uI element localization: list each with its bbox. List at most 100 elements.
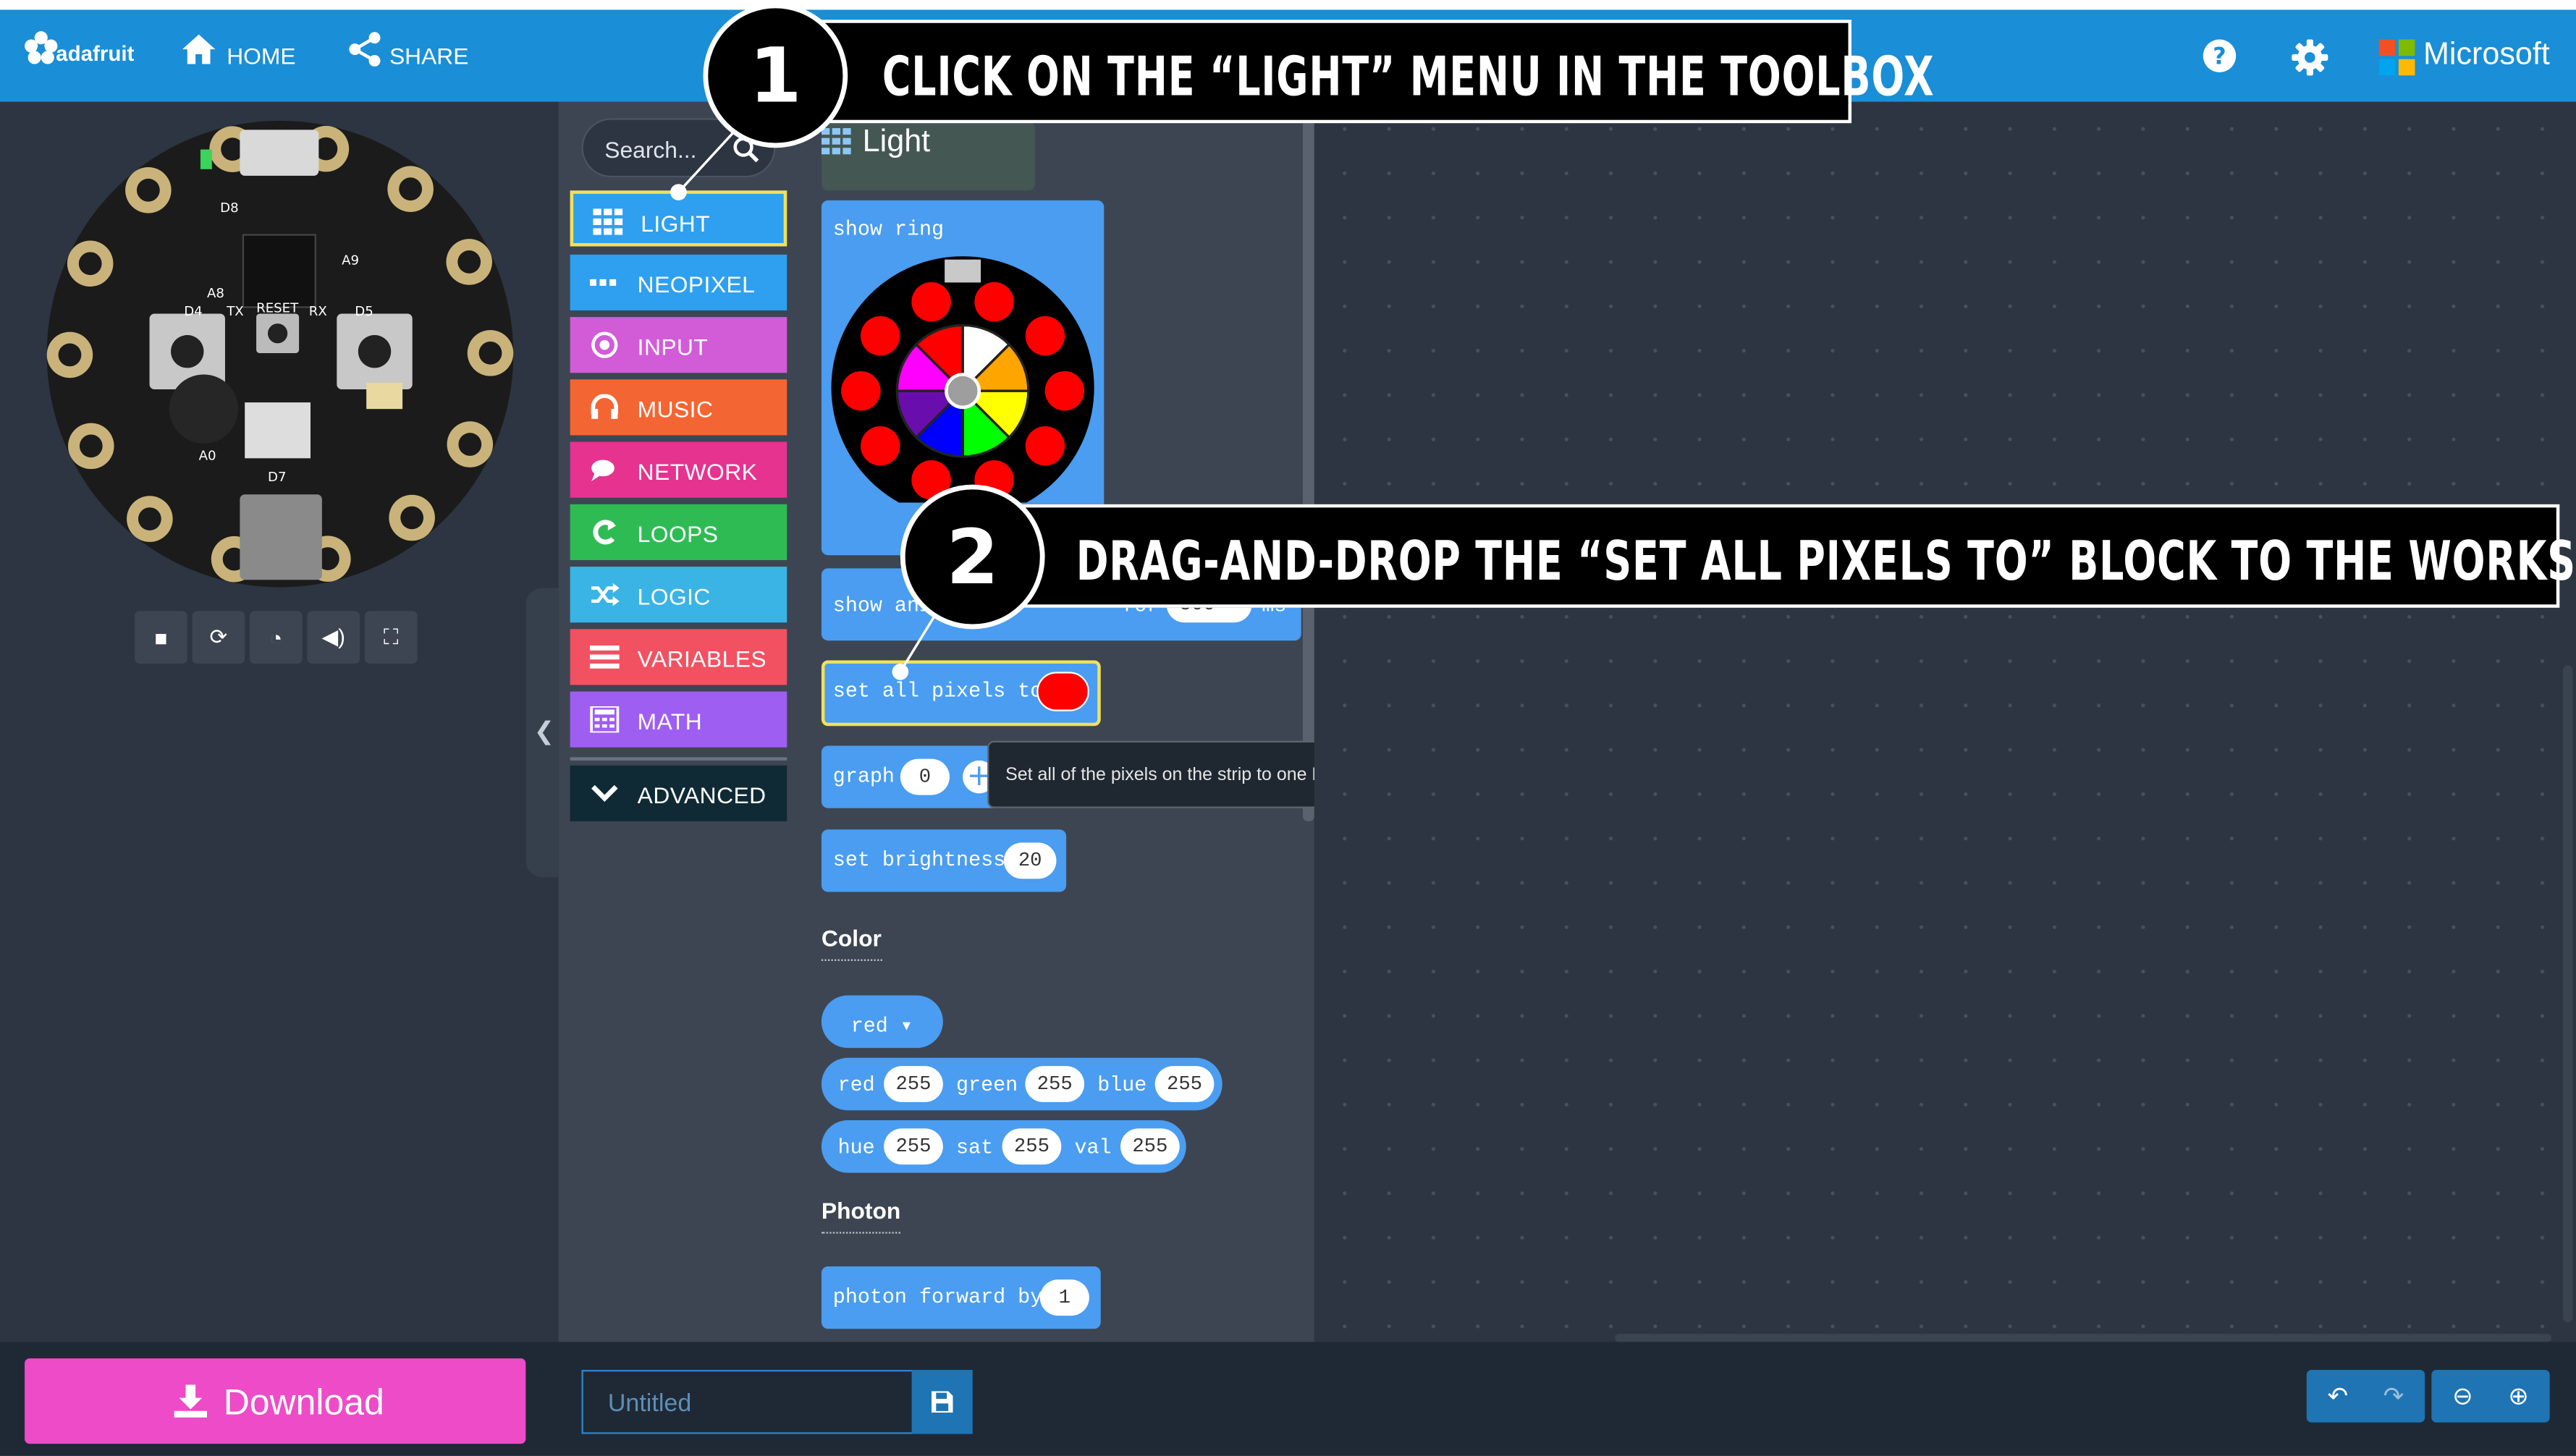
svg-text:D5: D5	[355, 304, 373, 319]
home-button[interactable]: HOME	[227, 43, 295, 69]
svg-text:A0: A0	[199, 449, 216, 464]
ring-led	[861, 316, 900, 356]
microsoft-logo-icon	[2378, 39, 2415, 76]
board-pad-hole	[399, 177, 423, 201]
set-all-pixels-label: set all pixels to	[832, 680, 1043, 703]
toolbox-category-network[interactable]: NETWORK	[570, 441, 787, 498]
gear-icon[interactable]	[2290, 38, 2329, 77]
fullscreen-icon[interactable]: ⛶	[364, 611, 418, 664]
svg-text:RX: RX	[309, 304, 327, 319]
brand-logo-text[interactable]: adafruit	[56, 41, 134, 66]
toolbox-advanced-toggle[interactable]: ADVANCED	[570, 765, 787, 821]
color-swatch[interactable]	[1036, 672, 1089, 711]
photon-section-heading: Photon	[821, 1198, 901, 1234]
toolbox-category-math[interactable]: MATH	[570, 691, 787, 748]
hsv-val-input[interactable]: 255	[1120, 1128, 1180, 1165]
undo-redo-group: ↶ ↷	[2306, 1370, 2425, 1423]
graph-value-input[interactable]: 0	[900, 758, 950, 795]
list-icon	[589, 646, 620, 669]
workspace-horizontal-scrollbar[interactable]	[1615, 1334, 2551, 1342]
restart-icon[interactable]: ⟳	[192, 611, 245, 664]
category-label: NETWORK	[637, 458, 758, 485]
step2-callout-text: Drag-and-drop the “set all pixels to” bl…	[1076, 528, 2576, 593]
toolbox-category-light[interactable]: LIGHT	[570, 190, 787, 247]
share-icon[interactable]	[347, 31, 383, 67]
category-label: LOGIC	[637, 583, 711, 610]
toolbox-category-variables[interactable]: VARIABLES	[570, 629, 787, 685]
rgb-blue-label: blue	[1097, 1074, 1147, 1098]
step1-number-badge: 1	[703, 3, 848, 148]
help-icon[interactable]: ?	[2202, 38, 2238, 74]
hsv-val-label: val	[1074, 1136, 1112, 1160]
flyout-title: Light	[862, 124, 931, 160]
calculator-icon	[590, 706, 620, 733]
microsoft-link[interactable]: Microsoft	[2423, 38, 2550, 74]
hsv-hue-input[interactable]: 255	[884, 1128, 943, 1165]
download-label[interactable]: Download	[224, 1381, 384, 1424]
board-pad-hole	[78, 252, 102, 276]
rgb-blue-input[interactable]: 255	[1154, 1066, 1215, 1103]
rgb-green-input[interactable]: 255	[1025, 1066, 1085, 1103]
ring-led	[1025, 426, 1065, 466]
ring-editor[interactable]	[829, 256, 1096, 503]
toolbox-category-input[interactable]: INPUT	[570, 317, 787, 373]
rgb-red-label: red	[837, 1074, 875, 1098]
grid-icon	[821, 128, 851, 155]
rgb-green-label: green	[956, 1074, 1018, 1098]
board-pad-hole	[458, 433, 482, 456]
ring-led	[974, 282, 1014, 322]
save-button[interactable]	[911, 1370, 973, 1434]
set-brightness-label: set brightness	[832, 849, 1006, 873]
photon-value-input[interactable]: 1	[1039, 1279, 1089, 1316]
project-name-input[interactable]: Untitled	[581, 1370, 914, 1434]
share-button[interactable]: SHARE	[389, 43, 468, 69]
step1-callout-text: Click on the “Light” menu in the toolbox	[882, 44, 1935, 109]
svg-text:D7: D7	[268, 470, 287, 485]
download-icon[interactable]	[174, 1384, 207, 1418]
svg-text:RESET: RESET	[256, 300, 299, 316]
blocks-workspace[interactable]	[1314, 101, 2576, 1342]
undo-icon[interactable]: ↶	[2310, 1370, 2365, 1423]
toolbox-category-loops[interactable]: LOOPS	[570, 504, 787, 561]
flyout-scrollbar[interactable]	[1302, 101, 1314, 821]
workspace-vertical-scrollbar[interactable]	[2562, 665, 2573, 1323]
category-label: VARIABLES	[637, 646, 767, 672]
ring-led	[841, 371, 881, 411]
ring-led	[1044, 371, 1085, 411]
brightness-value-input[interactable]: 20	[1003, 842, 1057, 879]
board-pad-hole	[400, 506, 424, 530]
toolbox-category-music[interactable]: MUSIC	[570, 379, 787, 436]
graph-label: graph	[832, 765, 895, 789]
redo-icon[interactable]: ↷	[2366, 1370, 2422, 1423]
hsv-sat-input[interactable]: 255	[1002, 1128, 1062, 1165]
toolbox-divider	[570, 757, 787, 761]
dots-icon	[589, 279, 617, 286]
step2-number-badge: 2	[900, 484, 1045, 630]
toolbox-category-neopixel[interactable]: NEOPIXEL	[570, 254, 787, 310]
chevron-left-icon[interactable]: ❮	[534, 716, 555, 746]
board-pad-hole	[136, 178, 160, 202]
ring-led	[1025, 316, 1065, 356]
adafruit-flower-icon[interactable]	[23, 30, 59, 66]
hsv-hue-label: hue	[837, 1136, 875, 1160]
search-placeholder[interactable]: Search...	[604, 136, 696, 162]
rgb-red-input[interactable]: 255	[884, 1066, 943, 1103]
category-label: NEOPIXEL	[637, 271, 756, 297]
home-icon[interactable]	[181, 33, 217, 65]
mute-icon[interactable]: ◀)	[307, 611, 360, 664]
ring-led	[861, 426, 900, 466]
slow-mo-icon[interactable]: ◔	[250, 611, 303, 664]
circuit-playground-board[interactable]: D8 A9 A8 D4 TX RESET RX D5 A0 D7	[46, 120, 515, 588]
ring-led	[911, 282, 951, 322]
category-label: LIGHT	[641, 210, 711, 237]
zoom-in-icon[interactable]: ⊕	[2491, 1370, 2546, 1423]
toolbox-category-logic[interactable]: LOGIC	[570, 567, 787, 623]
chevron-down-icon	[591, 784, 618, 802]
shuffle-icon	[591, 583, 620, 606]
color-dropdown-value[interactable]: red ▾	[851, 1012, 913, 1038]
app-root: adafruit HOME SHARE ? Microsoft D8 A9 A8…	[0, 0, 2576, 1456]
svg-text:A9: A9	[342, 253, 359, 268]
zoom-group: ⊖ ⊕	[2431, 1370, 2550, 1423]
stop-icon[interactable]: ■	[135, 611, 187, 664]
zoom-out-icon[interactable]: ⊖	[2435, 1370, 2491, 1423]
